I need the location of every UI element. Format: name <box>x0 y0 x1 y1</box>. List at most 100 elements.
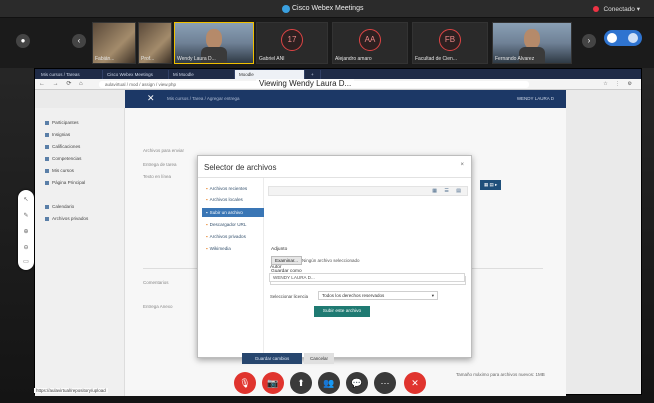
participant-tile[interactable]: Fernando Alvarez <box>492 22 572 64</box>
dialog-header: Selector de archivos × <box>198 156 471 178</box>
browser-tab[interactable]: Mis cursos / Tareas <box>37 70 103 79</box>
sidebar-item[interactable]: Competencias <box>45 156 81 161</box>
strip-prev-icon[interactable]: ‹ <box>72 34 86 48</box>
close-drawer-icon[interactable]: ✕ <box>147 93 155 104</box>
sidebar-item[interactable]: Mis cursos <box>45 168 74 173</box>
pen-icon[interactable]: ✎ <box>22 212 30 220</box>
webex-logo-icon <box>282 5 290 13</box>
upload-icon: ▪ <box>206 210 208 215</box>
browser-tabs: Mis cursos / Tareas Cisco Webex Meetings… <box>35 69 641 79</box>
participant-name: Fernando Alvarez <box>495 56 535 62</box>
recording-dot-icon <box>593 6 600 13</box>
participant-avatar: 17 <box>281 29 303 51</box>
user-menu[interactable]: WENDY LAURA D <box>517 96 554 101</box>
repo-item-wikimedia[interactable]: ▪ Wikimedia <box>202 244 264 253</box>
participant-tile[interactable]: FB Facultad de Cien... <box>412 22 488 64</box>
participant-tile[interactable]: 17 Gabriel ANI <box>256 22 328 64</box>
mute-icon[interactable]: 🎙 <box>234 372 256 394</box>
licence-label: Seleccionar licencia <box>270 294 308 299</box>
participant-avatar: FB <box>439 29 461 51</box>
browser-menu-icon[interactable]: ☆ ⋮ ⚙ <box>603 81 635 87</box>
screen: Cisco Webex Meetings Conectado ▾ ● ‹ Fab… <box>0 0 654 403</box>
video-icon[interactable]: 📷 <box>262 372 284 394</box>
sidebar-item[interactable]: Página Principal <box>45 180 85 185</box>
cancel-button[interactable]: Cancelar <box>304 353 334 364</box>
sidebar-item[interactable]: Participantes <box>45 120 79 125</box>
repo-icon: ▪ <box>206 246 208 251</box>
annotation-toolbar: ↖ ✎ ⊕ ⊖ ▭ <box>18 190 34 270</box>
licence-select[interactable]: Todos los derechos reservados ▾ <box>318 291 438 300</box>
participant-tile[interactable]: Fabián... <box>92 22 136 64</box>
meeting-controls: 🎙 📷 ⬆ 👥 💬 ⋯ ✕ <box>232 370 437 398</box>
repo-label: Wikimedia <box>209 246 231 251</box>
zoom-in-icon[interactable]: ⊕ <box>22 228 30 236</box>
connection-status[interactable]: Conectado ▾ <box>593 5 640 13</box>
strip-next-icon[interactable]: › <box>582 34 596 48</box>
browser-status-url: https://aulavirtual/repository/upload <box>34 388 108 393</box>
sidebar-item[interactable]: Archivos privados <box>45 216 88 221</box>
choose-file-button[interactable]: Examinar... <box>271 256 302 265</box>
repo-label: Archivos locales <box>209 197 243 202</box>
chevron-down-icon: ▾ <box>431 293 434 298</box>
repository-list: ▪ Archivos recientes ▪ Archivos locales ▪ S… <box>198 178 264 359</box>
new-tab-button[interactable]: + <box>307 70 321 79</box>
participant-tile[interactable]: AA Alejandro amaro <box>332 22 408 64</box>
save-changes-button[interactable]: Guardar cambios <box>242 353 302 364</box>
leave-meeting-icon[interactable]: ✕ <box>404 372 426 394</box>
repo-item-url[interactable]: ▪ Descargador URL <box>202 220 264 229</box>
participant-name: Prof... <box>141 56 155 62</box>
sidebar-item[interactable]: Calificaciones <box>45 144 80 149</box>
sidebar-item[interactable]: Calendario <box>45 204 74 209</box>
form-label: Entrega Anexo <box>143 304 173 309</box>
upload-file-button[interactable]: Subir este archivo <box>314 306 370 317</box>
participants-icon[interactable]: 👥 <box>318 372 340 394</box>
layout-toggle[interactable] <box>604 30 642 46</box>
viewing-banner: Viewing Wendy Laura D... <box>256 79 355 88</box>
chat-icon[interactable]: 💬 <box>346 372 368 394</box>
repo-icon: ▪ <box>206 197 208 202</box>
dialog-title: Selector de archivos <box>204 163 277 172</box>
layout-icon <box>607 33 617 43</box>
repo-label: Archivos privados <box>209 234 246 239</box>
browser-tab[interactable]: Cisco Webex Meetings <box>103 70 169 79</box>
repo-label: Subir un archivo <box>209 210 243 215</box>
zoom-out-icon[interactable]: ⊖ <box>22 244 30 252</box>
share-icon[interactable]: ⬆ <box>290 372 312 394</box>
participant-name: Alejandro amaro <box>335 56 372 62</box>
sidebar-item[interactable]: Insignias <box>45 132 70 137</box>
participant-name: Gabriel ANI <box>259 56 285 62</box>
participant-face <box>206 29 222 49</box>
grid-icon <box>628 33 638 43</box>
eraser-icon[interactable]: ▭ <box>22 258 30 266</box>
participant-name: Fabián... <box>95 56 115 62</box>
repo-item-local[interactable]: ▪ Archivos locales <box>202 195 264 204</box>
form-label: Texto en línea <box>143 174 172 179</box>
form-label: Archivos para enviar <box>143 148 185 153</box>
repo-icon: ▪ <box>206 234 208 239</box>
repo-label: Descargador URL <box>209 222 247 227</box>
nav-buttons-icon[interactable]: ← → ⟳ ⌂ <box>39 80 86 87</box>
view-mode-icons[interactable]: ▦ ☰ ▤ <box>432 188 464 194</box>
moodle-breadcrumb: Mis cursos / Tarea / Agregar entrega <box>167 96 240 101</box>
self-view-icon[interactable]: ● <box>16 34 30 48</box>
participant-tile-active[interactable]: Wendy Laura D... <box>174 22 254 64</box>
browser-tab-active[interactable]: Moodle <box>235 70 305 79</box>
form-label: Entrega de tarea <box>143 162 177 167</box>
pointer-icon[interactable]: ↖ <box>22 196 30 204</box>
repo-icon: ▪ <box>206 186 208 191</box>
bg-view-toggle[interactable]: ▦ ▤ ▸ <box>480 180 502 190</box>
more-icon[interactable]: ⋯ <box>374 372 396 394</box>
close-icon[interactable]: × <box>460 162 464 168</box>
repo-item-private[interactable]: ▪ Archivos privados <box>202 232 264 241</box>
app-title: Cisco Webex Meetings <box>292 5 364 12</box>
participant-tile[interactable]: Prof... <box>138 22 172 64</box>
picker-toolbar: ▦ ☰ ▤ <box>268 186 468 196</box>
repo-item-upload[interactable]: ▪ Subir un archivo <box>202 208 264 217</box>
file-picker-dialog: Selector de archivos × ▪ Archivos recient… <box>197 155 472 359</box>
repo-item-recent[interactable]: ▪ Archivos recientes <box>202 184 264 193</box>
moodle-header: ✕ Mis cursos / Tarea / Agregar entrega W… <box>125 90 566 108</box>
connection-label: Conectado <box>603 6 635 13</box>
author-input[interactable]: WENDY LAURA D... <box>269 273 465 282</box>
no-file-text: Ningún archivo seleccionado <box>302 258 360 263</box>
browser-tab[interactable]: Mi Moodle <box>169 70 235 79</box>
